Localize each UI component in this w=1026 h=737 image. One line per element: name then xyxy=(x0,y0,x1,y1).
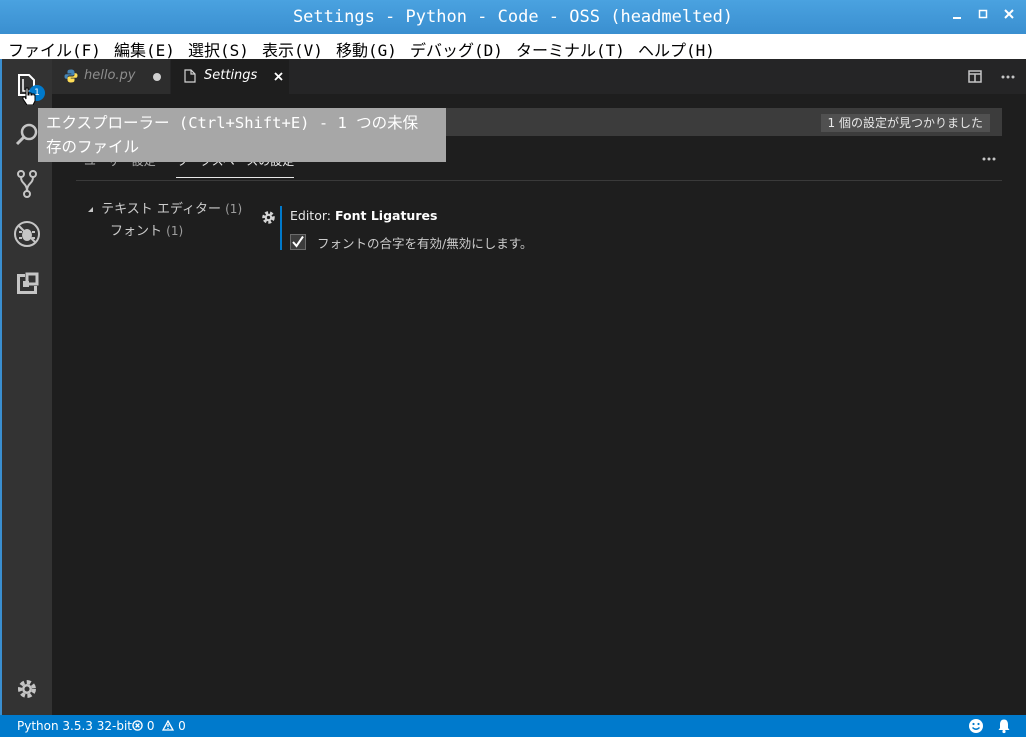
menu-debug[interactable]: デバッグ(D) xyxy=(410,37,503,61)
menu-view[interactable]: 表示(V) xyxy=(262,37,323,61)
source-control-button[interactable] xyxy=(2,164,52,204)
close-window-button[interactable] xyxy=(1000,8,1018,26)
split-editor-icon xyxy=(968,70,982,83)
menu-file[interactable]: ファイル(F) xyxy=(8,37,101,61)
source-control-icon xyxy=(17,170,37,198)
hand-cursor-icon xyxy=(22,87,36,105)
window-titlebar: Settings - Python - Code - OSS (headmelt… xyxy=(0,0,1026,34)
debug-button[interactable] xyxy=(2,214,52,254)
tree-item-font[interactable]: フォント (1) xyxy=(110,220,183,239)
setting-font-ligatures: Editor: Font Ligatures フォントの合字を有効/無効にします… xyxy=(280,206,782,251)
python-icon xyxy=(64,69,78,83)
maximize-icon xyxy=(978,9,988,19)
setting-description: フォントの合字を有効/無効にします。 xyxy=(317,236,533,251)
minimize-button[interactable] xyxy=(948,8,966,26)
error-count: 0 xyxy=(146,719,155,733)
tab-label: hello.py xyxy=(84,68,136,83)
minimize-icon xyxy=(953,17,961,19)
tooltip-line-1: エクスプローラー (Ctrl+Shift+E) - 1 つの未保 xyxy=(46,114,419,132)
window-title: Settings - Python - Code - OSS (headmelt… xyxy=(292,7,734,27)
editor-tabs: hello.py Settings xyxy=(52,59,1026,94)
tree-label: フォント xyxy=(110,224,163,239)
setting-category: Editor: xyxy=(290,208,335,223)
menu-help[interactable]: ヘルプ(H) xyxy=(638,37,715,61)
tree-label: テキスト エディター xyxy=(101,202,221,217)
debug-icon xyxy=(14,221,40,247)
split-editor-button[interactable] xyxy=(968,69,982,88)
extensions-icon xyxy=(17,272,39,294)
caret-down-icon xyxy=(88,206,93,212)
menu-terminal[interactable]: ターミナル(T) xyxy=(516,37,625,61)
setting-name: Font Ligatures xyxy=(334,208,438,223)
manage-button[interactable] xyxy=(2,669,52,709)
smiley-feedback-icon[interactable] xyxy=(968,718,984,734)
status-bar: Python 3.5.3 32-bit 0 0 xyxy=(0,715,1026,737)
setting-title: Editor: Font Ligatures xyxy=(290,208,437,223)
maximize-button[interactable] xyxy=(974,8,992,26)
tooltip-line-2: 存のファイル xyxy=(46,138,140,156)
more-actions-button[interactable] xyxy=(1001,69,1015,88)
tree-count: (1) xyxy=(166,224,184,238)
tree-count: (1) xyxy=(225,202,243,216)
font-ligatures-checkbox[interactable] xyxy=(290,234,306,250)
tab-hello-py[interactable]: hello.py xyxy=(52,59,170,94)
tree-item-text-editor[interactable]: テキスト エディター (1) xyxy=(87,198,242,217)
extensions-button[interactable] xyxy=(2,264,52,304)
menu-selection[interactable]: 選択(S) xyxy=(188,37,249,61)
close-icon xyxy=(1004,9,1014,19)
error-icon xyxy=(132,720,143,731)
settings-count-badge: 1 個の設定が見つかりました xyxy=(820,114,990,132)
warning-count: 0 xyxy=(178,719,186,733)
tab-settings[interactable]: Settings xyxy=(171,59,289,94)
problems-status[interactable]: 0 0 xyxy=(132,715,186,737)
ellipsis-icon[interactable] xyxy=(982,156,996,162)
bell-icon[interactable] xyxy=(996,718,1012,734)
unsaved-dot-icon xyxy=(153,73,161,81)
menu-bar: ファイル(F) 編集(E) 選択(S) 表示(V) 移動(G) デバッグ(D) … xyxy=(0,34,1026,61)
menu-edit[interactable]: 編集(E) xyxy=(114,37,175,61)
explorer-tooltip: エクスプローラー (Ctrl+Shift+E) - 1 つの未保 存のファイル xyxy=(38,108,446,162)
search-icon xyxy=(15,123,38,146)
file-icon xyxy=(184,69,196,83)
settings-editor: 1 個の設定が見つかりました ユーザー設定 ワークスペースの設定 テキスト エデ… xyxy=(52,94,1026,715)
ellipsis-icon xyxy=(1001,75,1015,79)
tab-label: Settings xyxy=(204,68,258,83)
gear-icon[interactable] xyxy=(261,210,276,225)
gear-icon xyxy=(18,680,36,698)
close-icon[interactable] xyxy=(274,72,283,81)
menu-go[interactable]: 移動(G) xyxy=(336,37,397,61)
checkmark-icon xyxy=(292,235,304,248)
python-interpreter-status[interactable]: Python 3.5.3 32-bit xyxy=(17,715,132,737)
warning-icon xyxy=(162,719,175,731)
